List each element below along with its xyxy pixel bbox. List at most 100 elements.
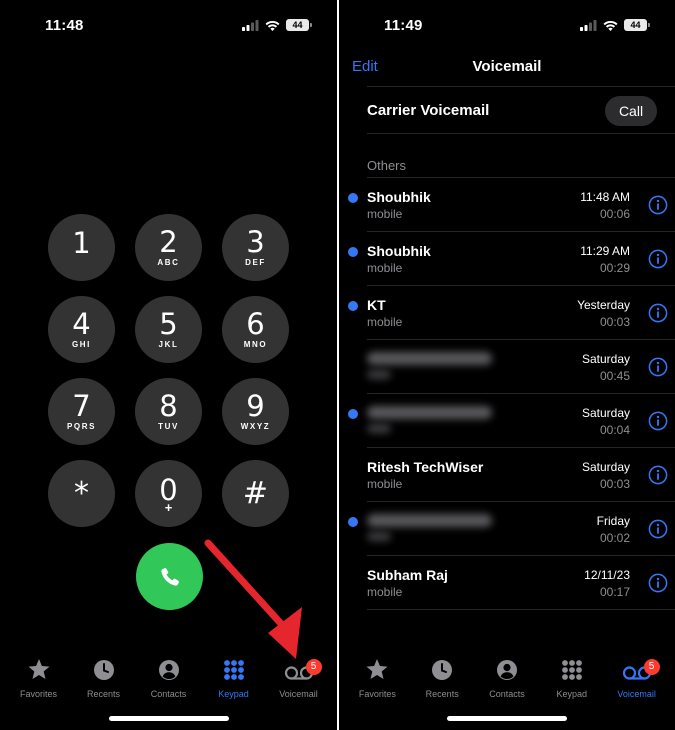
voicemail-time: Saturday	[581, 352, 630, 366]
key-5[interactable]: 5 JKL	[135, 296, 202, 363]
tab-voicemail[interactable]: Voicemail 5	[268, 655, 330, 705]
tab-contacts[interactable]: Contacts	[138, 655, 200, 705]
tab-keypad[interactable]: Keypad	[541, 655, 603, 705]
voicemail-duration: 00:45	[599, 369, 630, 383]
tab-label: Favorites	[358, 689, 396, 699]
info-icon[interactable]	[648, 303, 668, 323]
tab-label: Favorites	[19, 689, 57, 699]
info-icon[interactable]	[648, 249, 668, 269]
key-digit: 9	[246, 389, 265, 423]
home-indicator	[447, 716, 567, 721]
unread-dot	[348, 193, 358, 203]
tab-voicemail[interactable]: Voicemail 5	[606, 655, 668, 705]
signal-icon	[580, 19, 597, 31]
voicemail-time: Saturday	[581, 460, 630, 474]
key-0[interactable]: 0 +	[135, 460, 202, 527]
info-icon[interactable]	[648, 519, 668, 539]
key-digit: 6	[246, 307, 265, 341]
tab-favorites[interactable]: Favorites	[8, 655, 70, 705]
key-digit: 3	[246, 225, 265, 259]
caller-name: Shoubhik	[367, 189, 431, 205]
star-icon	[365, 655, 389, 681]
call-button[interactable]	[136, 543, 203, 610]
redacted-label	[367, 532, 391, 541]
key-9[interactable]: 9 WXYZ	[222, 378, 289, 445]
key-letters: PQRS	[66, 422, 97, 431]
voicemail-duration: 00:02	[599, 531, 630, 545]
tab-recents[interactable]: Recents	[73, 655, 135, 705]
voicemail-row[interactable]: Saturday 00:04	[339, 394, 675, 448]
key-4[interactable]: 4 GHI	[48, 296, 115, 363]
status-icons: 44	[580, 19, 650, 31]
key-star[interactable]: *	[48, 460, 115, 527]
info-icon[interactable]	[648, 411, 668, 431]
caller-label: mobile	[367, 207, 403, 221]
section-header-others: Others	[367, 158, 407, 173]
voicemail-time: Friday	[596, 514, 630, 528]
key-digit: #	[242, 475, 269, 511]
dial-keypad: 1 2 ABC 3 DEF 4 GHI 5 JKL 6 MNO 7 PQRS 8 TUV 9 WXYZ * 0 + #	[48, 214, 292, 527]
voicemail-row[interactable]: Shoubhik mobile 11:29 AM 00:29	[339, 232, 675, 286]
key-digit: 2	[159, 225, 178, 259]
info-icon[interactable]	[648, 195, 668, 215]
tab-label: Voicemail	[617, 689, 656, 699]
key-letters: DEF	[245, 258, 266, 267]
info-icon[interactable]	[648, 465, 668, 485]
wifi-icon	[265, 20, 280, 31]
tab-keypad[interactable]: Keypad	[203, 655, 265, 705]
key-1[interactable]: 1	[48, 214, 115, 281]
voicemail-duration: 00:04	[599, 423, 630, 437]
voicemail-row[interactable]: Ritesh TechWiser mobile Saturday 00:03	[339, 448, 675, 502]
key-digit: 8	[159, 389, 178, 423]
redacted-name	[367, 406, 492, 419]
key-7[interactable]: 7 PQRS	[48, 378, 115, 445]
tab-bar: Favorites Recents Contacts Keypad Voicemail 5	[0, 655, 337, 705]
key-8[interactable]: 8 TUV	[135, 378, 202, 445]
keypad-icon	[223, 655, 245, 681]
clock-icon	[431, 655, 453, 681]
key-digit: 1	[72, 225, 91, 260]
voicemail-row[interactable]: Subham Raj mobile 12/11/23 00:17	[339, 556, 675, 610]
voicemail-duration: 00:06	[599, 207, 630, 221]
tab-recents[interactable]: Recents	[411, 655, 473, 705]
carrier-voicemail-label: Carrier Voicemail	[367, 102, 490, 119]
phone-icon	[160, 567, 179, 586]
key-digit: *	[74, 475, 89, 511]
key-hash[interactable]: #	[222, 460, 289, 527]
home-indicator	[108, 716, 229, 721]
tab-favorites[interactable]: Favorites	[346, 655, 408, 705]
key-3[interactable]: 3 DEF	[222, 214, 289, 281]
info-icon[interactable]	[648, 573, 668, 593]
key-letters: ABC	[157, 258, 180, 267]
voicemail-row[interactable]: Friday 00:02	[339, 502, 675, 556]
key-digit: 5	[159, 307, 178, 341]
voicemail-row[interactable]: Shoubhik mobile 11:48 AM 00:06	[339, 178, 675, 232]
caller-name: KT	[367, 297, 386, 313]
battery-icon: 44	[286, 19, 312, 31]
unread-dot	[348, 301, 358, 311]
divider	[367, 86, 675, 87]
carrier-call-button[interactable]: Call	[605, 96, 657, 126]
info-icon[interactable]	[648, 357, 668, 377]
voicemail-row[interactable]: Saturday 00:45	[339, 340, 675, 394]
key-letters: TUV	[158, 422, 179, 431]
voicemail-row[interactable]: KT mobile Yesterday 00:03	[339, 286, 675, 340]
key-2[interactable]: 2 ABC	[135, 214, 202, 281]
voicemail-time: 11:29 AM	[580, 244, 630, 258]
badge-count: 5	[643, 659, 660, 675]
key-6[interactable]: 6 MNO	[222, 296, 289, 363]
tab-label: Contacts	[150, 689, 187, 699]
tab-label: Keypad	[556, 689, 588, 699]
caller-label: mobile	[367, 585, 403, 599]
caller-name: Subham Raj	[367, 567, 448, 583]
caller-label: mobile	[367, 261, 403, 275]
voicemail-time: 11:48 AM	[580, 190, 630, 204]
key-letters: +	[164, 499, 173, 515]
status-bar: 11:49 44	[339, 0, 675, 50]
tab-label: Voicemail	[279, 689, 318, 699]
tab-contacts[interactable]: Contacts	[476, 655, 538, 705]
clock-icon	[93, 655, 115, 681]
caller-name: Shoubhik	[367, 243, 431, 259]
tab-label: Recents	[425, 689, 459, 699]
battery-icon: 44	[624, 19, 650, 31]
